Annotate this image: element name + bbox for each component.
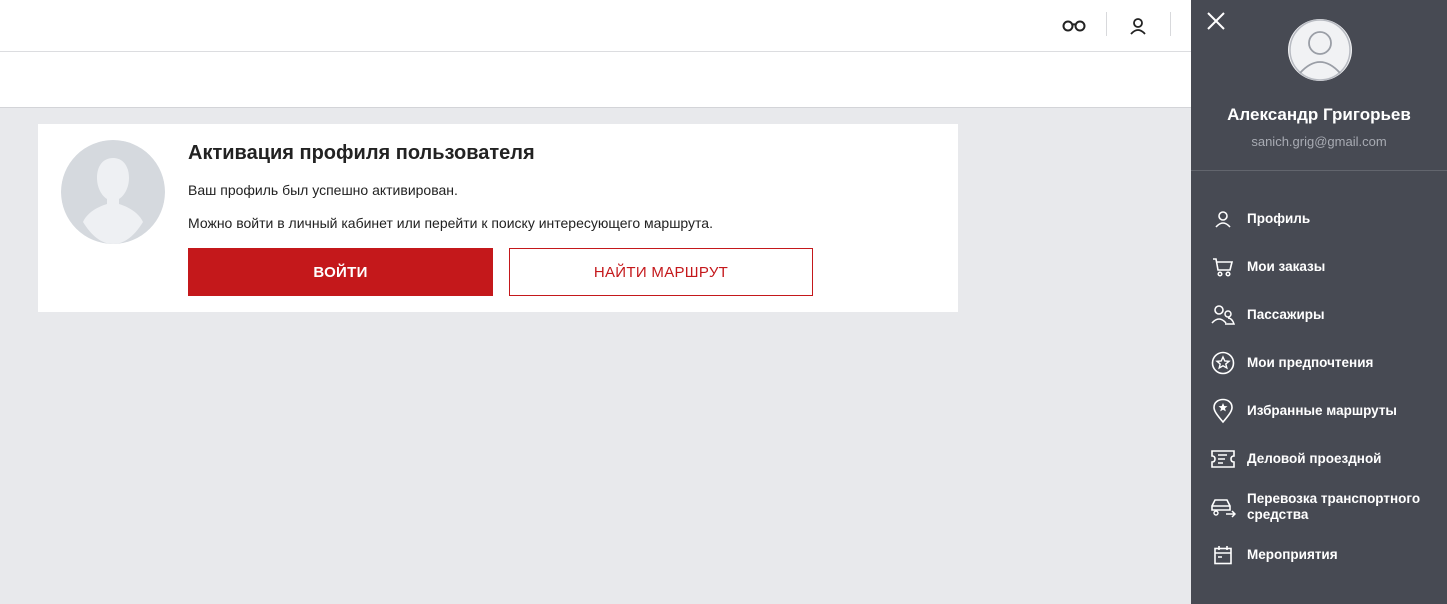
menu-item-label: Деловой проездной	[1247, 451, 1382, 466]
menu-item-vehicle-transport[interactable]: Перевозка транспортного средства	[1191, 487, 1447, 527]
close-icon[interactable]	[1205, 10, 1227, 32]
menu-item-profile[interactable]: Профиль	[1191, 199, 1447, 239]
activation-hint: Можно войти в личный кабинет или перейти…	[188, 215, 713, 231]
star-pin-icon	[1210, 398, 1236, 424]
user-icon[interactable]	[1124, 12, 1152, 40]
menu-item-label: Профиль	[1247, 211, 1311, 226]
activation-message: Ваш профиль был успешно активирован.	[188, 182, 458, 198]
calendar-icon	[1210, 542, 1236, 568]
header-divider	[1170, 12, 1171, 36]
user-name: Александр Григорьев	[1227, 105, 1411, 124]
find-route-button[interactable]: НАЙТИ МАРШРУТ	[509, 248, 813, 296]
menu-item-orders[interactable]: Мои заказы	[1191, 247, 1447, 287]
menu-item-label: Мои заказы	[1247, 259, 1326, 274]
menu-item-label: Перевозка транспортного средства	[1247, 491, 1421, 522]
header-divider	[1106, 12, 1107, 36]
menu-item-favorite-routes[interactable]: Избранные маршруты	[1191, 391, 1447, 431]
panel-divider	[1191, 170, 1447, 171]
cart-icon	[1210, 254, 1236, 280]
car-icon	[1210, 494, 1236, 520]
menu-item-business-pass[interactable]: Деловой проездной	[1191, 439, 1447, 479]
menu-item-passengers[interactable]: Пассажиры	[1191, 295, 1447, 335]
activation-card: Активация профиля пользователя Ваш профи…	[38, 124, 958, 312]
avatar	[1288, 19, 1352, 81]
menu-item-label: Мои предпочтения	[1247, 355, 1374, 370]
passengers-icon	[1210, 302, 1236, 328]
menu-item-events[interactable]: Мероприятия	[1191, 535, 1447, 575]
glasses-icon[interactable]	[1060, 12, 1088, 40]
user-icon	[1210, 206, 1236, 232]
login-button[interactable]: ВОЙТИ	[188, 248, 493, 296]
user-side-panel: Александр Григорьев sanich.grig@gmail.co…	[1191, 0, 1447, 604]
menu-item-label: Избранные маршруты	[1247, 403, 1397, 418]
user-email: sanich.grig@gmail.com	[1251, 134, 1387, 149]
menu-item-preferences[interactable]: Мои предпочтения	[1191, 343, 1447, 383]
avatar-placeholder	[61, 140, 165, 244]
page-title: Активация профиля пользователя	[188, 142, 535, 164]
menu-item-label: Мероприятия	[1247, 547, 1338, 562]
menu-item-label: Пассажиры	[1247, 307, 1325, 322]
star-circle-icon	[1210, 350, 1236, 376]
ticket-icon	[1210, 446, 1236, 472]
